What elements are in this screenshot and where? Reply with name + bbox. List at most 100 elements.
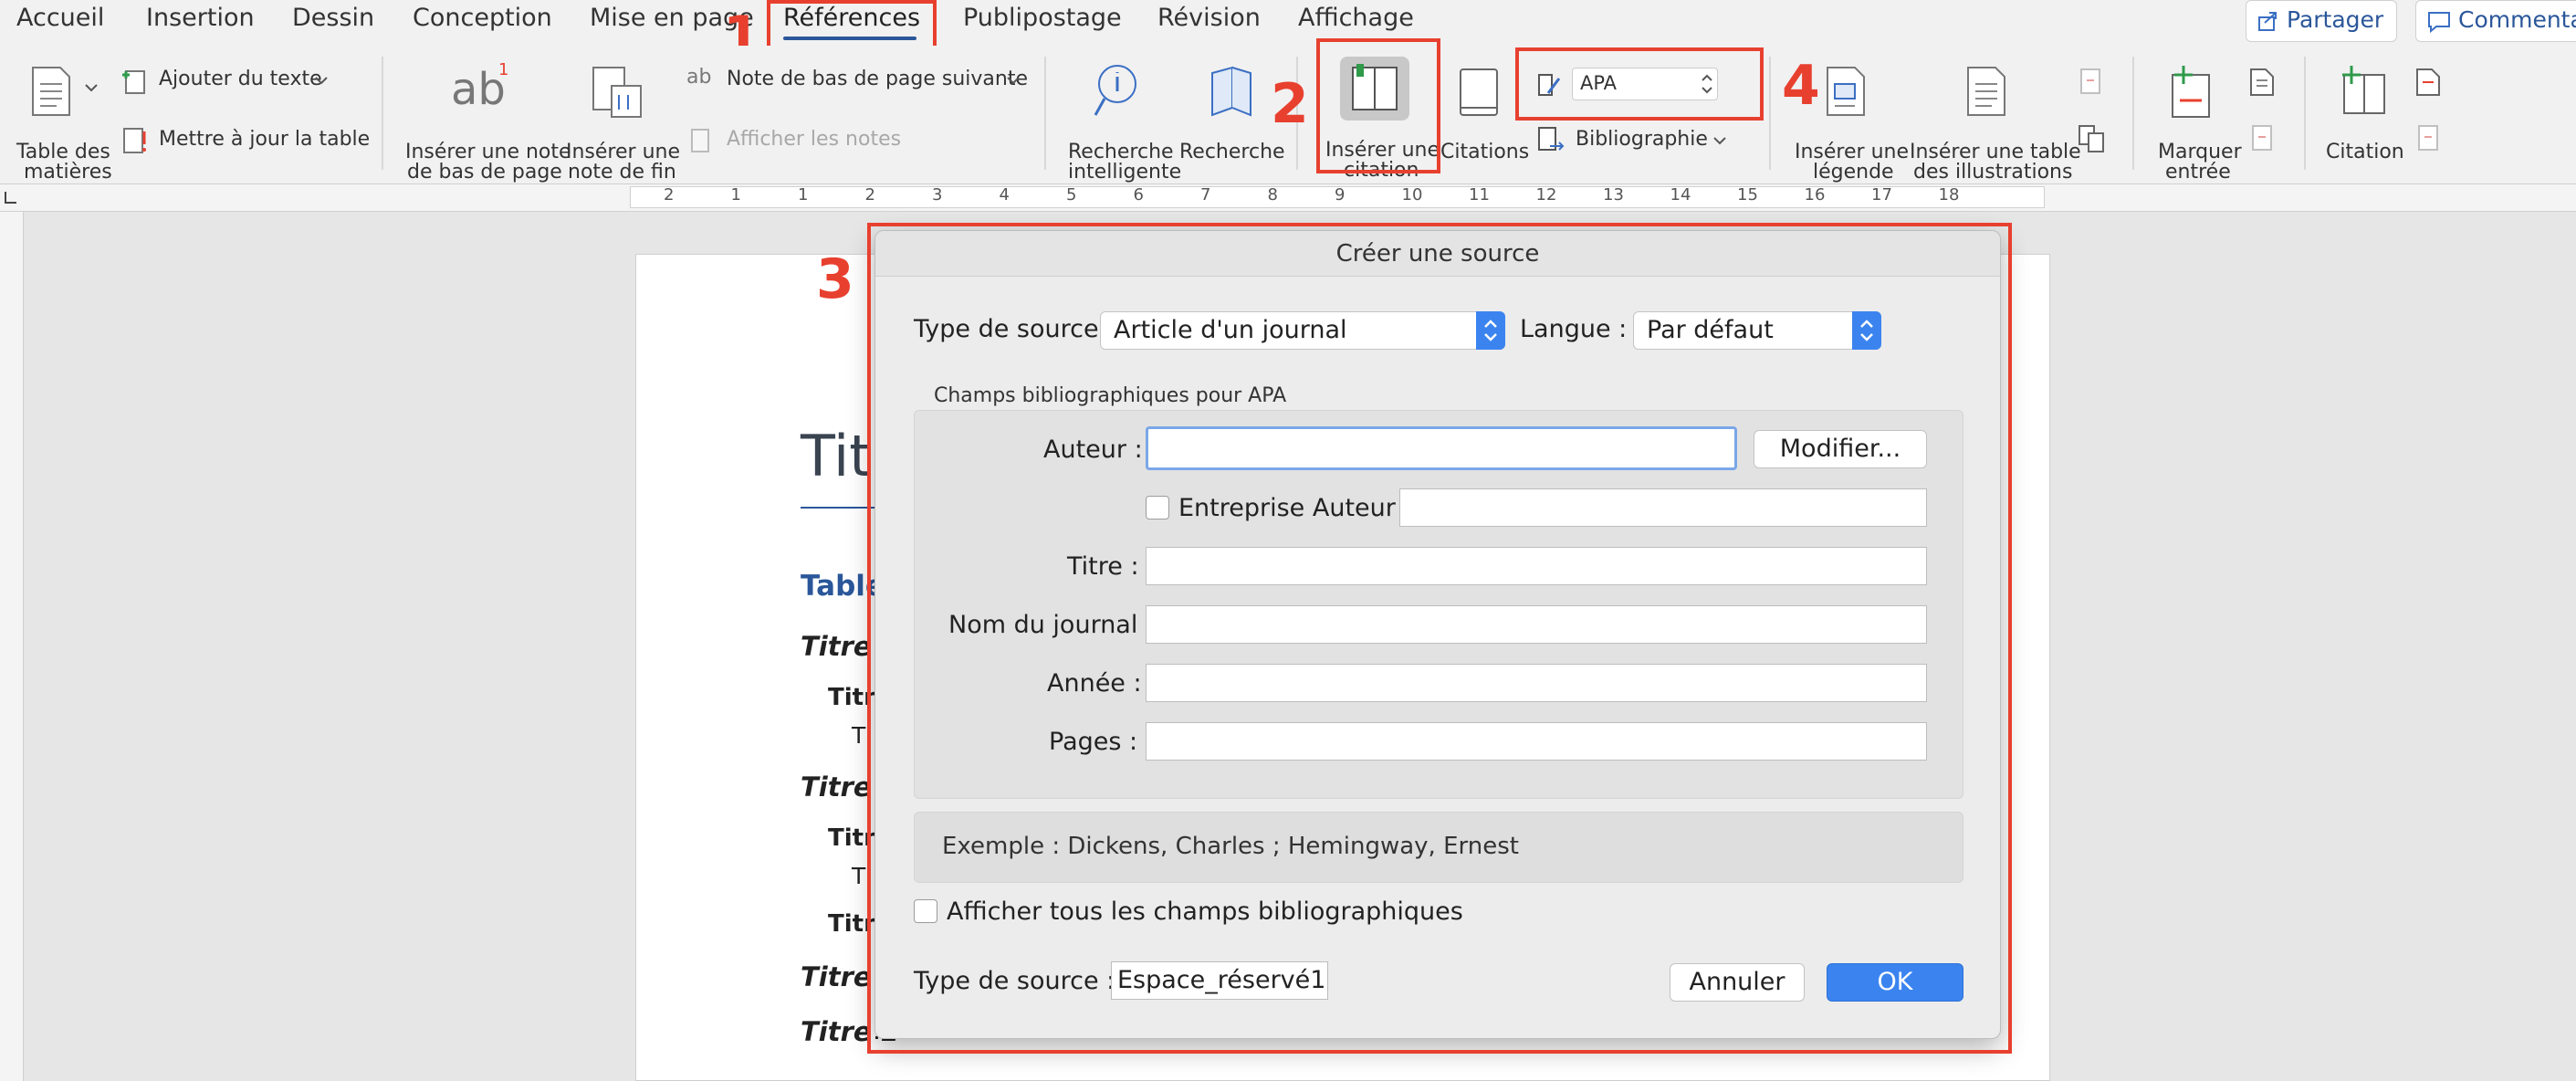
ruler-tick-label: 8 (1267, 185, 1278, 205)
research-label: Recherche (1179, 141, 1285, 163)
table-of-contents-icon (32, 67, 70, 116)
ribbon-separator (382, 57, 383, 170)
ruler-tick-label: 15 (1737, 185, 1758, 205)
mark-citation-button[interactable]: Citation (2319, 60, 2410, 184)
show-notes-label: Afficher les notes (727, 128, 902, 151)
annotation-box-insert-citation (1316, 38, 1440, 173)
share-button[interactable]: Partager (2246, 0, 2397, 42)
table-of-figures-label-line2: des illustrations (1913, 161, 2073, 184)
tab-insertion[interactable]: Insertion (146, 4, 255, 32)
chevron-down-icon (1713, 137, 1726, 145)
horizontal-ruler[interactable]: 2 1 1 2 3 4 5 6 7 8 9 10 11 12 13 14 15 16 17 18 (0, 184, 2576, 212)
citations-icon (1460, 68, 1498, 116)
mark-entry-button[interactable]: Marquer entrée (2145, 60, 2246, 184)
chevron-down-icon (1007, 77, 1020, 85)
ruler-tick-label: 1 (798, 185, 809, 205)
table-of-figures-icon (1967, 67, 2005, 116)
smart-lookup-label-line2: intelligente (1068, 161, 1182, 184)
mark-citation-icon (2342, 66, 2385, 114)
update-table-of-authorities-icon[interactable] (2415, 124, 2441, 153)
ruler-tick-label: 10 (1401, 185, 1423, 205)
ruler-tick-label: 2 (864, 185, 875, 205)
ruler-tick-label: 11 (1469, 185, 1490, 205)
share-label: Partager (2287, 6, 2384, 33)
ribbon-separator (1769, 57, 1771, 170)
ruler-tick-label: 18 (1938, 185, 1960, 205)
bibliography-icon (1538, 127, 1565, 151)
tab-stop-icon[interactable] (2, 188, 20, 206)
citations-button[interactable]: Citations (1437, 60, 1530, 184)
insert-endnote-button[interactable]: Insérer une note de fin (562, 60, 680, 184)
mark-entry-label-line2: entrée (2165, 161, 2231, 184)
ruler-tick-label: 7 (1200, 185, 1211, 205)
ruler-tick-label: 12 (1535, 185, 1557, 205)
add-text-icon (122, 70, 145, 94)
update-index-icon[interactable] (2249, 124, 2275, 153)
toc-label-line2: matières (24, 161, 112, 184)
insert-table-of-figures-button[interactable]: Insérer une table des illustrations (1908, 60, 2081, 184)
tab-accueil[interactable]: Accueil (16, 4, 104, 32)
ribbon-tab-bar: Accueil Insertion Dessin Conception Mise… (0, 0, 2576, 46)
add-text-button[interactable]: Ajouter du texte (119, 66, 338, 97)
ruler-tick-label: 16 (1804, 185, 1826, 205)
footnote-superscript: 1 (498, 60, 509, 79)
smart-lookup-button[interactable]: Recherche intelligente (1059, 60, 1182, 184)
ribbon-separator (1044, 57, 1046, 170)
annotation-number-4: 4 (1782, 54, 1820, 118)
annotation-box-style (1515, 47, 1764, 121)
ruler-tick-label: 3 (932, 185, 943, 205)
endnote-icon (592, 67, 642, 118)
comment-icon (2428, 12, 2450, 33)
annotation-number-2: 2 (1271, 72, 1309, 136)
update-table-button[interactable]: Mettre à jour la table (119, 126, 370, 157)
tab-conception[interactable]: Conception (413, 4, 552, 32)
update-table-figures-icon[interactable] (2078, 68, 2103, 97)
ruler-tick-label: 5 (1066, 185, 1077, 205)
tab-revision[interactable]: Révision (1157, 4, 1261, 32)
update-table-icon (123, 128, 146, 153)
ruler-tick-label: 17 (1871, 185, 1892, 205)
insert-caption-label-line2: légende (1813, 161, 1894, 184)
chevron-down-icon (315, 77, 328, 85)
share-icon (2258, 12, 2277, 31)
tab-affichage[interactable]: Affichage (1298, 4, 1414, 32)
chevron-down-icon[interactable] (84, 82, 99, 93)
research-button[interactable]: Recherche (1178, 60, 1285, 184)
ruler-track: 2 1 1 2 3 4 5 6 7 8 9 10 11 12 13 14 15 16 17 18 (630, 185, 2045, 208)
comments-button[interactable]: Commentai (2415, 0, 2576, 42)
citations-label: Citations (1440, 141, 1530, 163)
next-footnote-button[interactable]: ab Note de bas de page suivante (686, 66, 1033, 97)
insert-footnote-button[interactable]: ab 1 Insérer une note de bas de page (402, 60, 571, 184)
vertical-ruler (0, 212, 24, 1081)
tab-dessin[interactable]: Dessin (292, 4, 374, 32)
toc-entry-level3: T (852, 722, 866, 749)
show-notes-icon (691, 129, 709, 152)
ruler-tick-label: 6 (1133, 185, 1144, 205)
footnote-label-line2: de bas de page (407, 161, 562, 184)
ruler-tick-label: 14 (1670, 185, 1691, 205)
insert-index-icon[interactable] (2249, 68, 2275, 97)
show-notes-button[interactable]: Afficher les notes (686, 126, 924, 157)
ribbon-separator (2132, 57, 2134, 170)
research-icon (1211, 66, 1251, 117)
insert-table-of-authorities-icon[interactable] (2415, 68, 2441, 97)
add-text-label: Ajouter du texte (159, 68, 322, 90)
next-footnote-label: Note de bas de page suivante (727, 68, 1029, 90)
footnote-glyph-icon: ab (451, 64, 506, 115)
ruler-tick-label: 13 (1603, 185, 1624, 205)
toc-entry-level3: T (852, 863, 866, 889)
comments-label: Commentai (2458, 6, 2576, 33)
insert-caption-icon (1827, 67, 1865, 116)
table-of-contents-button[interactable]: Table des matières (9, 60, 112, 184)
tab-publipostage[interactable]: Publipostage (963, 4, 1122, 32)
mark-entry-icon (2172, 66, 2210, 118)
ruler-tick-label: 2 (664, 185, 675, 205)
annotation-box-dialog (867, 223, 2012, 1054)
endnote-label-line2: note de fin (568, 161, 676, 184)
bibliography-button[interactable]: Bibliographie (1537, 126, 1738, 157)
cross-reference-icon[interactable] (2078, 124, 2105, 153)
next-footnote-icon: ab (686, 66, 712, 89)
smart-lookup-icon (1094, 65, 1136, 116)
ruler-tick-label: 1 (730, 185, 741, 205)
ruler-tick-label: 9 (1335, 185, 1346, 205)
